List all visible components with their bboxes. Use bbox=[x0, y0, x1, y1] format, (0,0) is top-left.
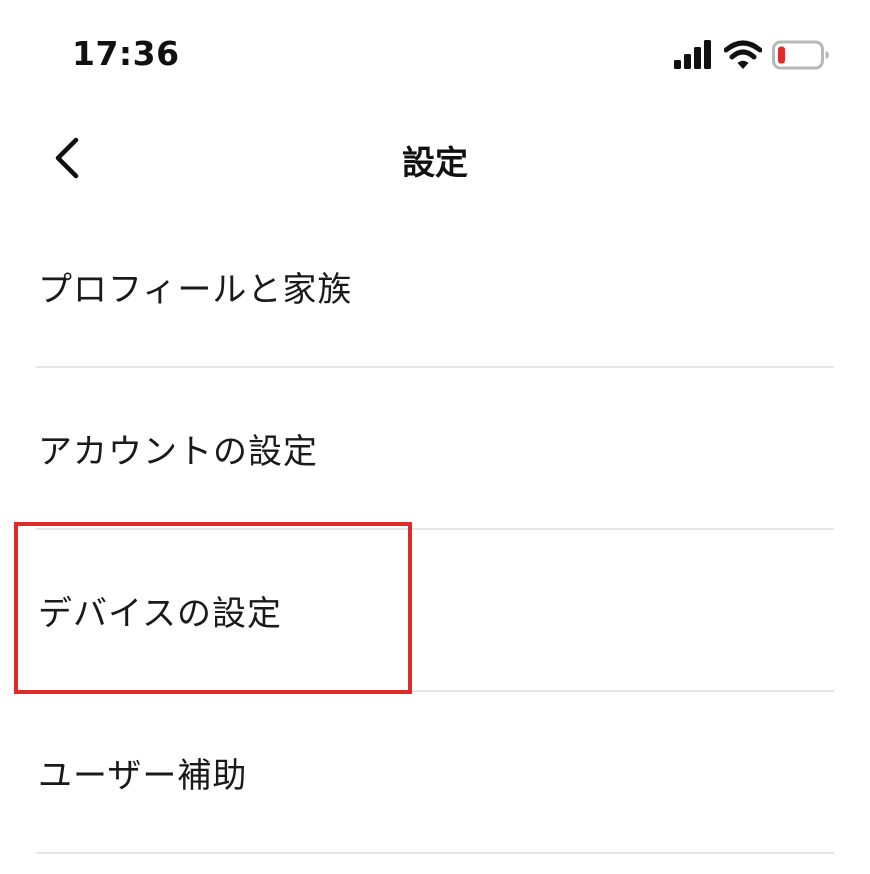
page-title: 設定 bbox=[402, 143, 468, 182]
divider bbox=[36, 852, 834, 854]
status-time: 17:36 bbox=[72, 34, 180, 73]
settings-item-label: プロフィールと家族 bbox=[38, 270, 353, 310]
status-icons bbox=[672, 38, 832, 74]
settings-item-accessibility[interactable]: ユーザー補助 bbox=[0, 692, 870, 854]
wifi-icon bbox=[724, 40, 762, 69]
signal-icon bbox=[674, 40, 711, 69]
navigation-bar: 設定 bbox=[0, 110, 870, 206]
settings-item-account[interactable]: アカウントの設定 bbox=[0, 368, 870, 530]
settings-item-profile-family[interactable]: プロフィールと家族 bbox=[0, 206, 870, 368]
settings-item-device[interactable]: デバイスの設定 bbox=[0, 530, 870, 692]
settings-item-label: アカウントの設定 bbox=[38, 432, 318, 472]
settings-item-label: デバイスの設定 bbox=[38, 594, 282, 634]
status-bar: 17:36 bbox=[0, 0, 870, 110]
settings-item-label: ユーザー補助 bbox=[38, 756, 248, 796]
settings-list: プロフィールと家族 アカウントの設定 デバイスの設定 ユーザー補助 bbox=[0, 206, 870, 854]
battery-low-icon bbox=[772, 40, 829, 70]
